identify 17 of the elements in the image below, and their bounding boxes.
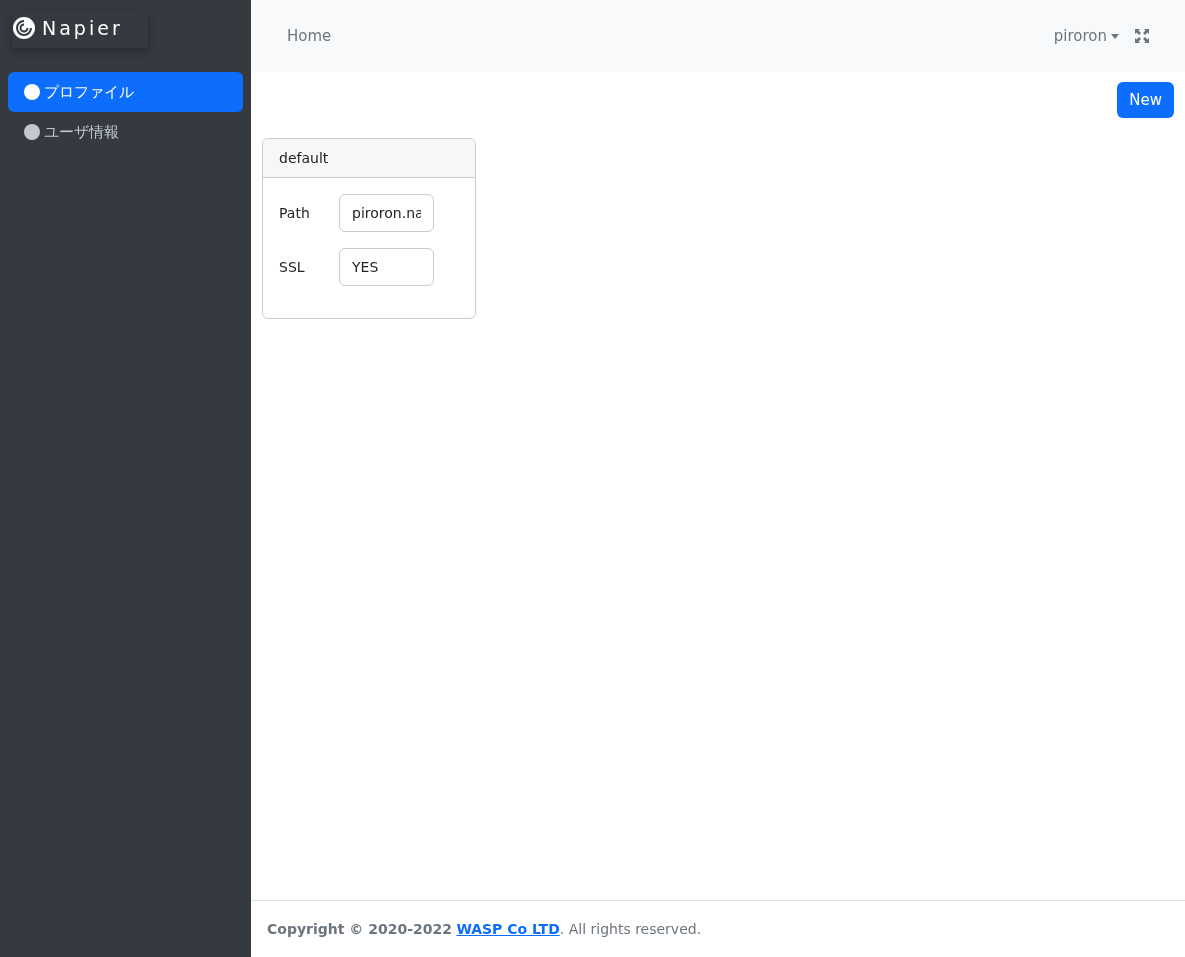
field-label: Path [279, 205, 311, 221]
brand-name: Napier [42, 17, 123, 39]
spiral-logo-icon [12, 16, 36, 40]
circle-icon [24, 124, 40, 140]
card-title: default [263, 139, 475, 178]
fullscreen-icon[interactable] [1135, 29, 1149, 43]
input-field[interactable]: YES [339, 248, 434, 286]
sidebar-item[interactable]: ユーザ情報 [8, 112, 243, 152]
field-label: SSL [279, 259, 306, 275]
copyright-text: Copyright © 2020-2022 WASP Co LTD. All rights reserved. [267, 921, 702, 937]
user-menu[interactable]: piroron [1053, 27, 1119, 45]
home-link[interactable]: Home [287, 27, 332, 45]
sidebar-item[interactable]: プロファイル [8, 72, 243, 112]
circle-icon [24, 84, 40, 100]
new-button[interactable]: New [1117, 82, 1174, 118]
caret-icon [1111, 33, 1119, 39]
company-link[interactable]: WASP Co LTD [456, 921, 560, 937]
